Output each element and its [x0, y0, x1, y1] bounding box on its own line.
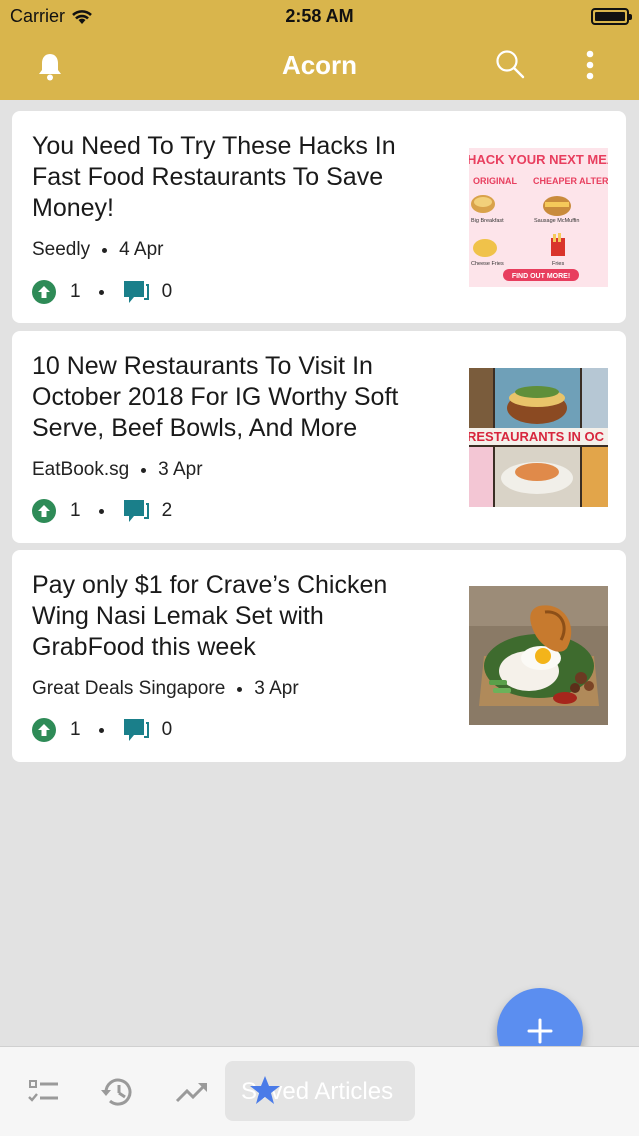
article-stats: 1 0 [32, 279, 172, 305]
history-icon[interactable] [100, 1075, 136, 1109]
thumb-label-2: Sausage McMuffin [534, 218, 579, 224]
upvote-icon[interactable] [32, 718, 56, 742]
thumb-label-4: Fries [552, 261, 564, 267]
article-stats: 1 0 [32, 717, 172, 743]
separator-dot [102, 247, 108, 253]
article-card[interactable]: Pay only $1 for Crave’s Chicken Wing Nas… [12, 550, 626, 762]
upvote-icon[interactable] [32, 280, 56, 304]
comment-count: 2 [161, 500, 173, 521]
article-date: 3 Apr [254, 678, 299, 699]
article-thumbnail[interactable]: RESTAURANTS IN OC [469, 368, 608, 507]
article-title[interactable]: You Need To Try These Hacks In Fast Food… [32, 131, 442, 224]
search-icon[interactable] [494, 48, 526, 80]
checklist-icon[interactable] [26, 1075, 62, 1109]
separator-dot [98, 289, 104, 295]
plus-icon [527, 1018, 553, 1044]
status-time: 2:58 AM [285, 6, 354, 26]
article-meta: Seedly 4 Apr [32, 239, 163, 261]
status-bar: Carrier 2:58 AM [0, 0, 639, 32]
article-card[interactable]: You Need To Try These Hacks In Fast Food… [12, 111, 626, 323]
article-title[interactable]: 10 New Restaurants To Visit In October 2… [32, 351, 442, 444]
article-thumbnail[interactable]: HACK YOUR NEXT MEAL ORIGINAL CHEAPER ALT… [469, 148, 608, 287]
upvote-count: 1 [70, 281, 81, 302]
trending-icon[interactable] [174, 1075, 210, 1109]
thumb-headline: HACK YOUR NEXT MEAL [469, 152, 608, 167]
article-source: EatBook.sg [32, 459, 130, 480]
article-card[interactable]: 10 New Restaurants To Visit In October 2… [12, 331, 626, 543]
separator-dot [98, 727, 104, 733]
battery-icon [591, 8, 632, 25]
article-title[interactable]: Pay only $1 for Crave’s Chicken Wing Nas… [32, 570, 442, 663]
separator-dot [237, 686, 243, 692]
thumb-label-1: Big Breakfast [471, 218, 504, 224]
app-bar: Acorn [0, 32, 639, 100]
separator-dot [141, 467, 147, 473]
article-stats: 1 2 [32, 498, 172, 524]
thumb-banner: RESTAURANTS IN OC [469, 429, 605, 444]
comment-icon[interactable] [122, 717, 150, 743]
comment-icon[interactable] [122, 279, 150, 305]
article-meta: EatBook.sg 3 Apr [32, 459, 203, 481]
thumb-original: ORIGINAL [473, 176, 518, 186]
article-date: 3 Apr [158, 459, 203, 480]
article-source: Seedly [32, 239, 91, 260]
upvote-count: 1 [70, 719, 81, 740]
article-meta: Great Deals Singapore 3 Apr [32, 678, 299, 700]
comment-count: 0 [161, 719, 173, 740]
tab-saved-articles[interactable]: Saved Articles [225, 1061, 415, 1121]
thumb-cta: FIND OUT MORE! [512, 273, 570, 280]
comment-count: 0 [161, 281, 173, 302]
article-thumbnail[interactable] [469, 586, 608, 725]
thumb-cheaper: CHEAPER ALTERNATIVE [533, 176, 608, 186]
article-source: Great Deals Singapore [32, 678, 226, 699]
upvote-count: 1 [70, 500, 81, 521]
star-icon [250, 1076, 280, 1104]
more-vertical-icon[interactable] [574, 48, 606, 82]
upvote-icon[interactable] [32, 499, 56, 523]
tab-bar: Saved Articles [0, 1046, 639, 1136]
comment-icon[interactable] [122, 498, 150, 524]
article-date: 4 Apr [119, 239, 164, 260]
app-title: Acorn [281, 50, 358, 80]
separator-dot [98, 508, 104, 514]
thumb-label-3: Cheese Fries [471, 261, 504, 267]
